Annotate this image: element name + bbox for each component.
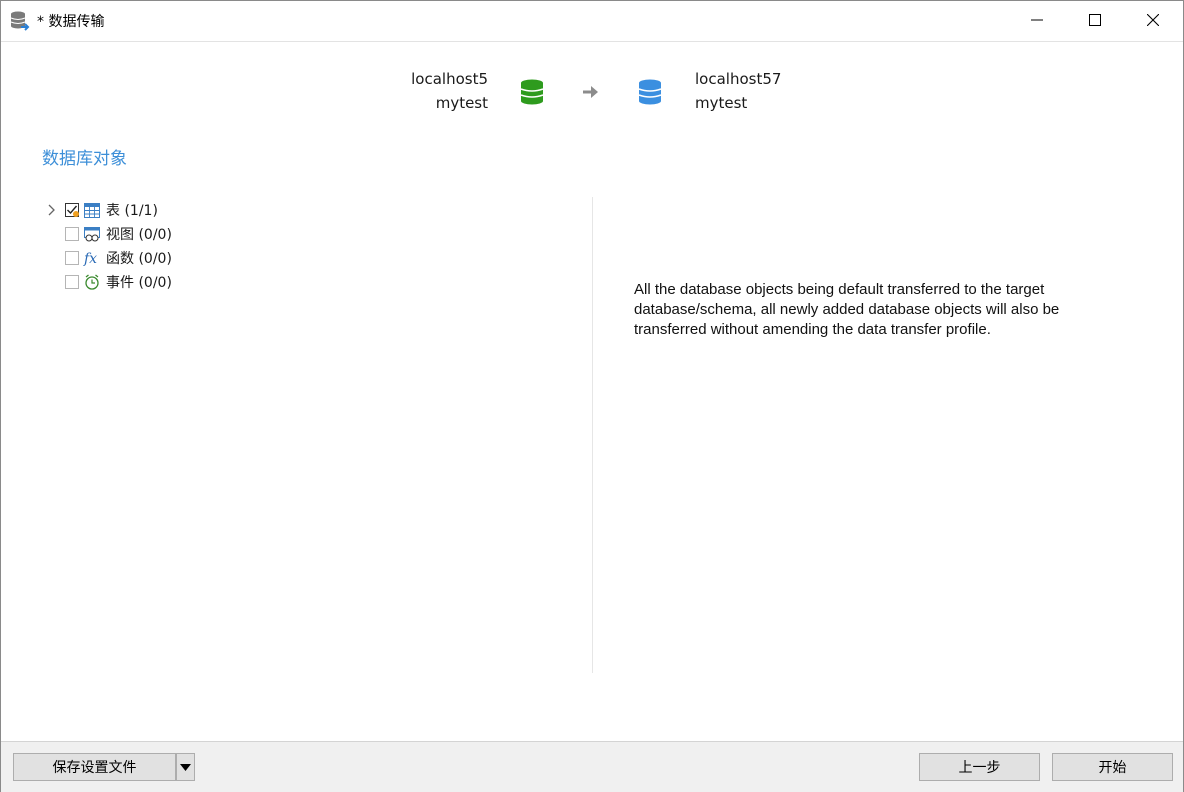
function-icon: fx xyxy=(83,249,101,267)
tree-item-functions[interactable]: fx 函数 (0/0) xyxy=(45,247,172,269)
maximize-icon xyxy=(1089,14,1101,26)
chevron-right-icon[interactable] xyxy=(45,203,59,217)
tree-item-label: 事件 (0/0) xyxy=(106,275,172,291)
minimize-icon xyxy=(1031,19,1043,21)
previous-button[interactable]: 上一步 xyxy=(919,753,1040,781)
description-text: All the database objects being default t… xyxy=(634,281,1060,338)
database-blue-icon xyxy=(638,79,662,109)
section-title: 数据库对象 xyxy=(42,149,127,169)
caret-down-icon xyxy=(180,763,191,771)
save-profile-button[interactable]: 保存设置文件 xyxy=(13,753,176,781)
target-database: mytest xyxy=(695,94,748,112)
close-button[interactable] xyxy=(1124,1,1182,39)
minimize-button[interactable] xyxy=(1008,1,1066,39)
tree-item-label: 视图 (0/0) xyxy=(106,227,172,243)
view-icon xyxy=(83,225,101,243)
footer-bar: 保存设置文件 上一步 开始 xyxy=(1,741,1183,792)
source-database: mytest xyxy=(435,94,488,112)
save-profile-dropdown-button[interactable] xyxy=(176,753,195,781)
window-title: * 数据传输 xyxy=(37,14,105,30)
events-checkbox[interactable] xyxy=(65,275,79,289)
tree-item-label: 表 (1/1) xyxy=(106,203,158,219)
functions-checkbox[interactable] xyxy=(65,251,79,265)
maximize-button[interactable] xyxy=(1066,1,1124,39)
views-checkbox[interactable] xyxy=(65,227,79,241)
tree-item-events[interactable]: 事件 (0/0) xyxy=(45,271,172,293)
tree-item-tables[interactable]: 表 (1/1) xyxy=(45,199,158,221)
tree-item-label: 函数 (0/0) xyxy=(106,251,172,267)
data-transfer-app-icon xyxy=(9,10,31,32)
panel-divider xyxy=(592,197,593,673)
close-icon xyxy=(1147,14,1159,26)
event-icon xyxy=(83,273,101,291)
table-icon xyxy=(83,201,101,219)
title-bar: * 数据传输 xyxy=(1,1,1183,42)
svg-text:fx: fx xyxy=(83,251,97,266)
database-green-icon xyxy=(520,79,544,109)
arrow-right-icon xyxy=(582,84,600,104)
source-host: localhost5 xyxy=(411,70,488,88)
tables-checkbox[interactable] xyxy=(65,203,79,217)
target-host: localhost57 xyxy=(695,70,782,88)
data-transfer-window: * 数据传输 localhost5 mytest localhost57 myt… xyxy=(0,0,1184,792)
tree-item-views[interactable]: 视图 (0/0) xyxy=(45,223,172,245)
start-button[interactable]: 开始 xyxy=(1052,753,1173,781)
